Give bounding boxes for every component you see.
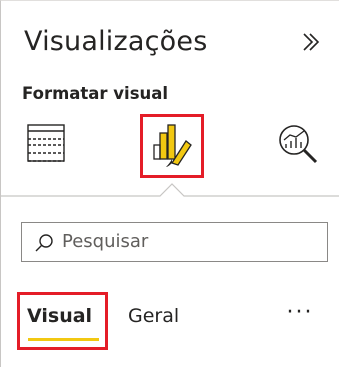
format-button-highlight (140, 114, 204, 178)
search-placeholder: Pesquisar (62, 231, 149, 252)
search-input[interactable]: Pesquisar (21, 222, 328, 262)
fields-icon (27, 124, 65, 162)
build-visual-button[interactable] (24, 118, 68, 168)
tab-geral[interactable]: Geral (128, 305, 179, 327)
more-options-button[interactable]: ··· (282, 300, 318, 328)
pane-title: Visualizações (24, 26, 208, 57)
visualizations-pane: Visualizações Formatar visual Pesquisar … (0, 0, 339, 367)
double-chevron-right-icon (303, 33, 320, 51)
collapse-pane-button[interactable] (296, 27, 326, 57)
tab-visual-highlight (17, 292, 108, 350)
format-visual-heading: Formatar visual (22, 84, 169, 103)
analytics-button[interactable] (272, 118, 322, 168)
search-icon (35, 234, 53, 252)
analytics-magnifier-icon (279, 125, 318, 164)
